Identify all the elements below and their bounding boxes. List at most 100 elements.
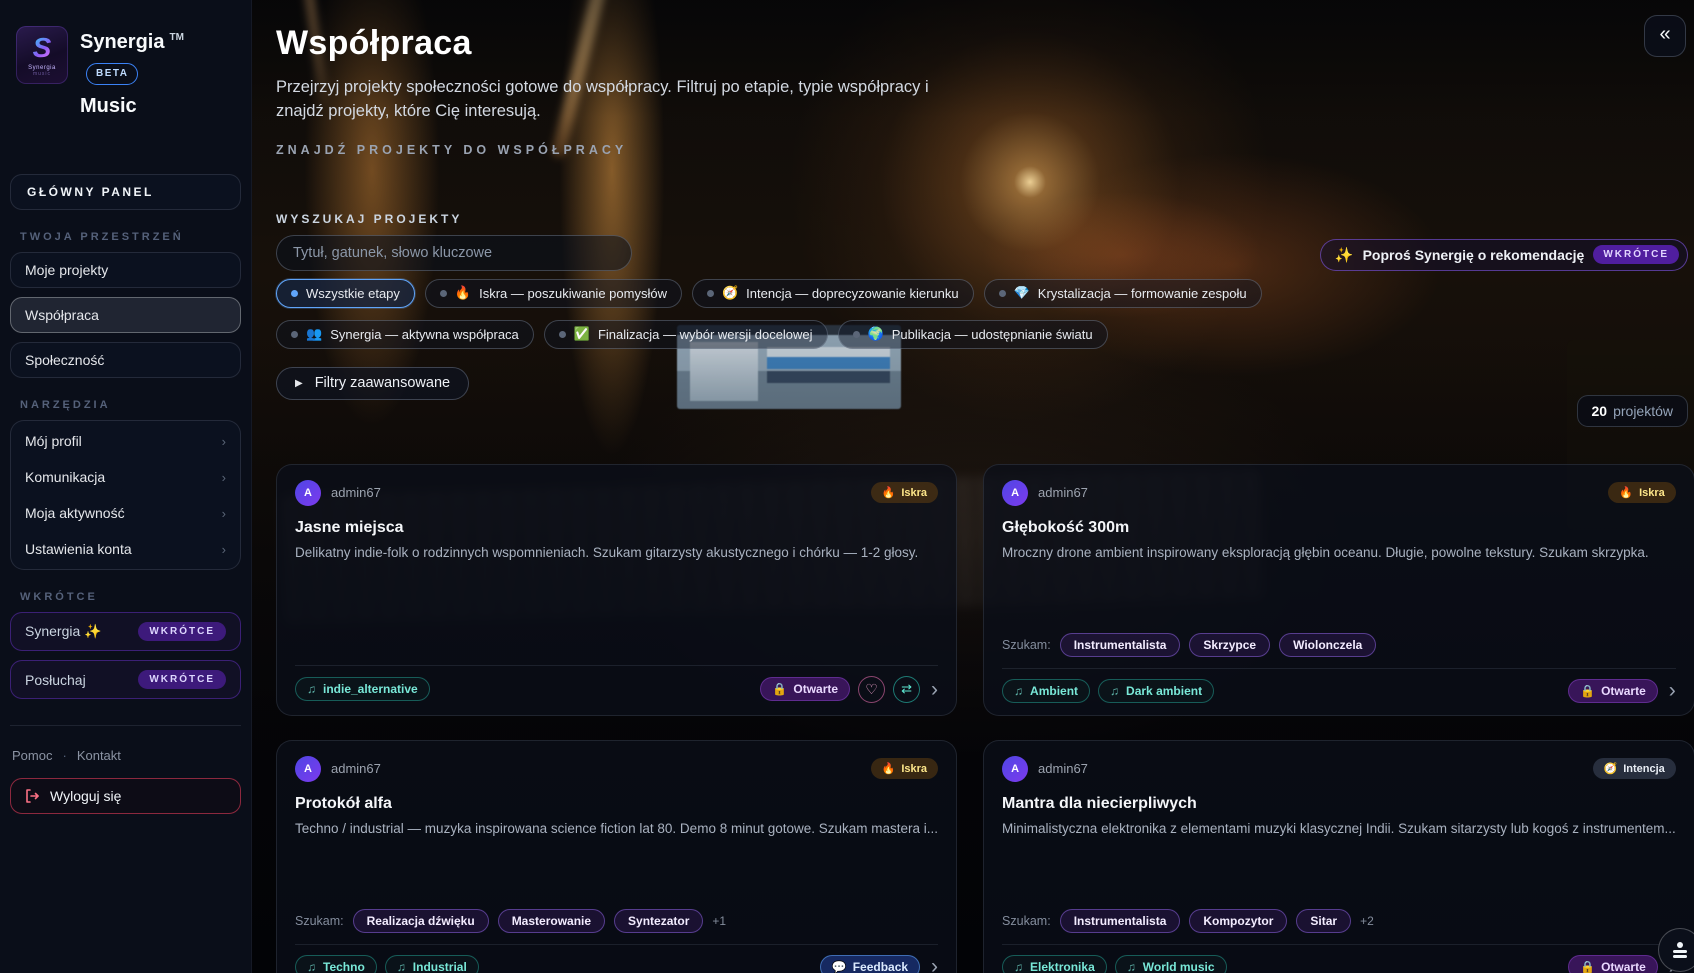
- genre-tag: ♫Elektronika: [1002, 955, 1107, 973]
- chip-label: Wszystkie etapy: [306, 286, 400, 301]
- stage-badge: 🔥 Iskra: [1608, 482, 1675, 503]
- genre-tag: ♫Dark ambient: [1098, 679, 1214, 703]
- fire-icon: 🔥: [882, 762, 896, 775]
- stage-filter-publikacja[interactable]: 🌍 Publikacja — udostępnianie światu: [838, 320, 1108, 349]
- stage-badge: 🧭 Intencja: [1593, 758, 1676, 779]
- ask-synergia-recommendation-button[interactable]: ✨ Poproś Synergię o rekomendację WKRÓTCE: [1320, 239, 1688, 271]
- app-name-line1: Synergia: [80, 31, 164, 53]
- soon-label: Synergia ✨: [25, 623, 102, 640]
- status-badge-open: 🔒 Otwarte: [1568, 955, 1658, 973]
- stage-filter-iskra[interactable]: 🔥 Iskra — poszukiwanie pomysłów: [425, 279, 682, 308]
- lock-icon: 🔒: [1580, 960, 1595, 973]
- sidebar-item-dashboard[interactable]: GŁÓWNY PANEL: [10, 174, 241, 210]
- author-name: admin67: [1038, 485, 1088, 500]
- avatar: A: [1002, 756, 1028, 782]
- contact-link[interactable]: Kontakt: [77, 748, 121, 763]
- seeking-role: Instrumentalista: [1060, 909, 1181, 933]
- sidebar-nav-your-space: Moje projekty Współpraca Społeczność: [0, 252, 251, 378]
- stage-badge: 🔥 Iskra: [871, 482, 938, 503]
- trademark: TM: [169, 32, 183, 43]
- project-title: Protokół alfa: [295, 795, 938, 813]
- chevron-right-icon[interactable]: ›: [1669, 680, 1676, 701]
- music-note-icon: ♫: [1110, 684, 1119, 698]
- fire-icon: 🔥: [882, 486, 896, 499]
- avatar: A: [295, 756, 321, 782]
- project-card-jasne-miejsca[interactable]: A admin67 🔥 Iskra Jasne miejsca Delikatn…: [276, 464, 957, 716]
- stage-filter-finalizacja[interactable]: ✅ Finalizacja — wybór wersji docelowej: [544, 320, 828, 349]
- radio-dot-icon: [559, 331, 566, 338]
- project-description: Techno / industrial — muzyka inspirowana…: [295, 820, 938, 839]
- sidebar-section-soon: WKRÓTCE: [20, 591, 251, 603]
- logout-button[interactable]: Wyloguj się: [10, 778, 241, 814]
- tool-label: Mój profil: [25, 433, 82, 449]
- music-note-icon: ♫: [397, 960, 406, 973]
- results-count-badge: 20 projektów: [1577, 395, 1689, 427]
- stage-filter-krystalizacja[interactable]: 💎 Krystalizacja — formowanie zespołu: [984, 279, 1262, 308]
- sidebar-item-my-projects[interactable]: Moje projekty: [10, 252, 241, 288]
- music-note-icon: ♫: [1014, 960, 1023, 973]
- sidebar-item-listen[interactable]: Posłuchaj WKRÓTCE: [10, 660, 241, 699]
- chevron-right-icon: ›: [222, 434, 226, 449]
- author-name: admin67: [331, 761, 381, 776]
- chevron-right-icon[interactable]: ›: [931, 679, 938, 700]
- radio-dot-icon: [853, 331, 860, 338]
- project-card-mantra[interactable]: A admin67 🧭 Intencja Mantra dla niecierp…: [983, 740, 1694, 973]
- radio-dot-icon: [707, 290, 714, 297]
- project-card-glebokosc-300m[interactable]: A admin67 🔥 Iskra Głębokość 300m Mroczny…: [983, 464, 1694, 716]
- favorite-button[interactable]: ♡: [858, 676, 885, 703]
- sidebar-nav-soon: Synergia ✨ WKRÓTCE Posłuchaj WKRÓTCE: [0, 612, 251, 699]
- status-badge-open: 🔒 Otwarte: [760, 677, 850, 701]
- repeat-icon: ⇄: [901, 681, 912, 697]
- globe-icon: 🌍: [868, 326, 884, 342]
- sidebar-item-my-activity[interactable]: Moja aktywność ›: [11, 495, 240, 531]
- author-name: admin67: [331, 485, 381, 500]
- results-count: 20: [1592, 403, 1608, 419]
- author-name: admin67: [1038, 761, 1088, 776]
- stage-filter-synergia[interactable]: 👥 Synergia — aktywna współpraca: [276, 320, 534, 349]
- seeking-role: Kompozytor: [1189, 909, 1287, 933]
- repost-button[interactable]: ⇄: [893, 676, 920, 703]
- sidebar-item-collaboration[interactable]: Współpraca: [10, 297, 241, 333]
- seeking-role: Syntezator: [614, 909, 703, 933]
- soon-label: Posłuchaj: [25, 672, 86, 688]
- help-link[interactable]: Pomoc: [12, 748, 52, 763]
- collapse-sidebar-button[interactable]: «: [1644, 15, 1686, 57]
- project-card-protokol-alfa[interactable]: A admin67 🔥 Iskra Protokół alfa Techno /…: [276, 740, 957, 973]
- sidebar-item-my-profile[interactable]: Mój profil ›: [11, 423, 240, 459]
- stage-filter-intencja[interactable]: 🧭 Intencja — doprecyzowanie kierunku: [692, 279, 974, 308]
- collapse-icon: «: [1659, 23, 1670, 46]
- gem-icon: 💎: [1014, 285, 1030, 301]
- seeking-label: Szukam:: [1002, 914, 1051, 928]
- sidebar-item-community[interactable]: Społeczność: [10, 342, 241, 378]
- avatar: A: [295, 480, 321, 506]
- project-cards-grid: A admin67 🔥 Iskra Jasne miejsca Delikatn…: [276, 464, 1688, 973]
- genre-tag: ♫Techno: [295, 955, 377, 973]
- chip-label: Finalizacja — wybór wersji docelowej: [598, 327, 813, 342]
- sidebar-item-synergia-ai[interactable]: Synergia ✨ WKRÓTCE: [10, 612, 241, 651]
- advanced-filters-button[interactable]: ▶ Filtry zaawansowane: [276, 367, 469, 400]
- compass-icon: 🧭: [722, 285, 738, 301]
- sidebar-item-account-settings[interactable]: Ustawienia konta ›: [11, 531, 240, 567]
- search-block: WYSZUKAJ PROJEKTY: [276, 212, 632, 271]
- app-name-line2: Music: [80, 90, 239, 122]
- stage-filter-all[interactable]: Wszystkie etapy: [276, 279, 415, 308]
- radio-dot-icon: [999, 290, 1006, 297]
- search-input[interactable]: [276, 235, 632, 271]
- check-icon: ✅: [574, 326, 590, 342]
- page-title: Współpraca: [276, 24, 1688, 63]
- accessibility-widget-button[interactable]: [1658, 928, 1694, 972]
- search-label: WYSZUKAJ PROJEKTY: [276, 212, 632, 226]
- page-subtitle: Przejrzyj projekty społeczności gotowe d…: [276, 76, 936, 124]
- seeking-more-count: +1: [712, 914, 726, 928]
- reco-label: Poproś Synergię o rekomendację: [1363, 247, 1585, 263]
- chevron-right-icon[interactable]: ›: [931, 956, 938, 973]
- seeking-label: Szukam:: [295, 914, 344, 928]
- project-description: Delikatny indie-folk o rodzinnych wspomn…: [295, 544, 938, 563]
- seeking-role: Masterowanie: [498, 909, 605, 933]
- sidebar-tools-group: Mój profil › Komunikacja › Moja aktywnoś…: [10, 420, 241, 570]
- chevron-right-icon: ›: [222, 506, 226, 521]
- sidebar-item-communication[interactable]: Komunikacja ›: [11, 459, 240, 495]
- chat-icon: 💬: [832, 960, 847, 973]
- app-name: SynergiaTMBETA Music: [80, 26, 239, 122]
- stage-badge: 🔥 Iskra: [871, 758, 938, 779]
